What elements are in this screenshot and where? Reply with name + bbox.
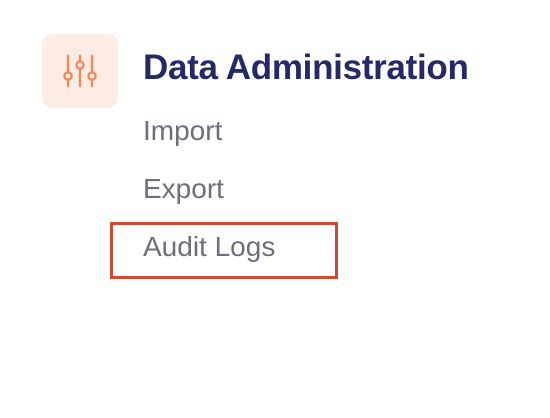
section-title: Data Administration xyxy=(143,48,469,87)
menu-item-audit-logs[interactable]: Audit Logs xyxy=(143,230,275,264)
sliders-icon xyxy=(63,54,97,88)
menu-item-import[interactable]: Import xyxy=(143,114,222,148)
menu-item-export[interactable]: Export xyxy=(143,172,224,206)
data-administration-icon-tile xyxy=(42,34,118,108)
